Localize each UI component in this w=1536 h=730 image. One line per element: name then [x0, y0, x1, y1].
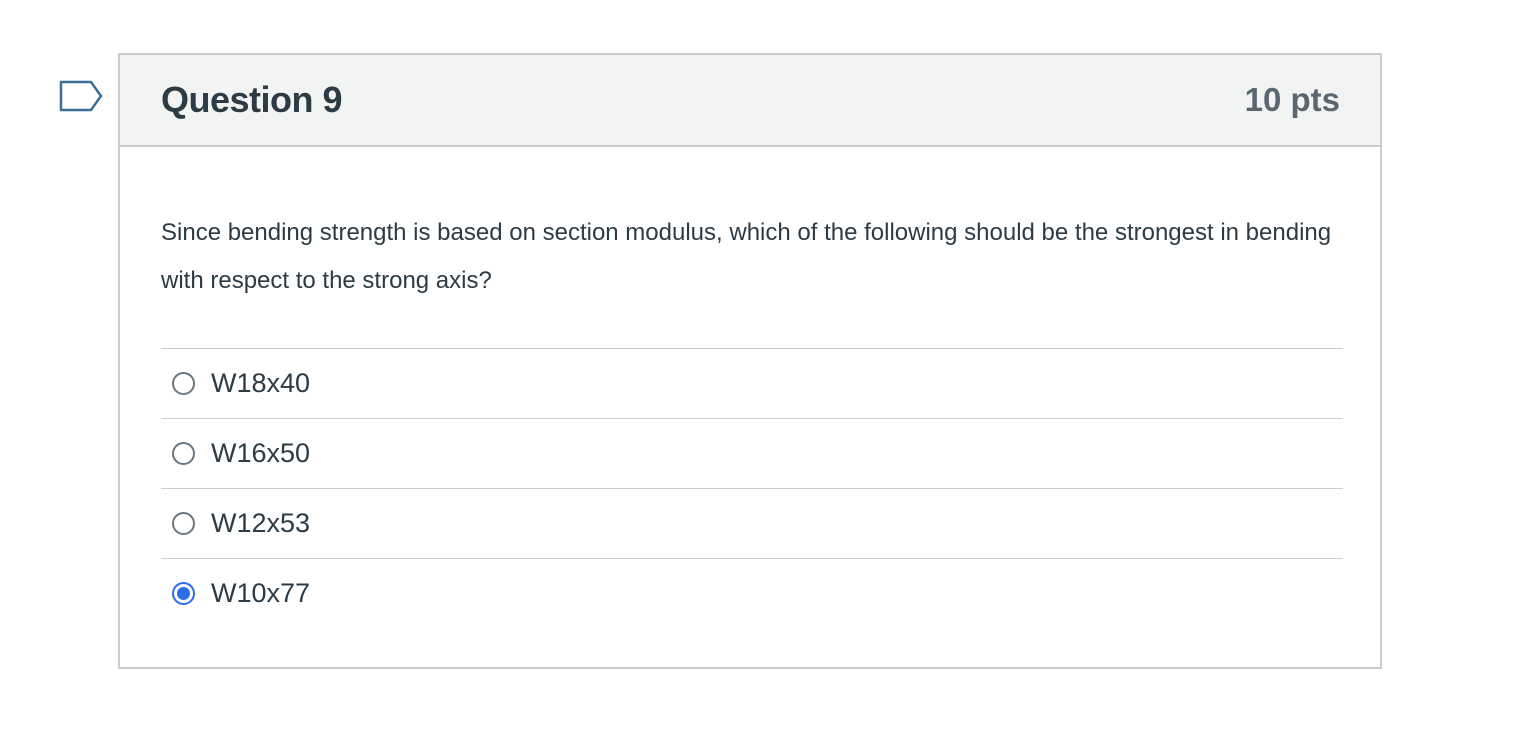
flag-question-icon[interactable] — [59, 80, 103, 116]
answer-option[interactable]: W18x40 — [161, 349, 1343, 419]
answer-list: W18x40 W16x50 W12x53 W10x77 — [161, 348, 1343, 628]
question-card: Question 9 10 pts Since bending strength… — [118, 53, 1382, 669]
question-title: Question 9 — [161, 79, 343, 120]
radio-button[interactable] — [172, 512, 195, 535]
radio-button[interactable] — [172, 582, 195, 605]
answer-option[interactable]: W10x77 — [161, 559, 1343, 628]
quiz-page: Question 9 10 pts Since bending strength… — [0, 0, 1536, 730]
radio-button[interactable] — [172, 442, 195, 465]
radio-button[interactable] — [172, 372, 195, 395]
answer-label: W16x50 — [211, 438, 311, 468]
question-text: Since bending strength is based on secti… — [161, 219, 1332, 294]
answer-option[interactable]: W12x53 — [161, 489, 1343, 559]
answer-option[interactable]: W16x50 — [161, 419, 1343, 489]
question-header: Question 9 10 pts — [120, 55, 1380, 147]
question-points: 10 pts — [1244, 81, 1340, 118]
question-body: Since bending strength is based on secti… — [120, 147, 1380, 628]
answer-label: W12x53 — [211, 508, 311, 538]
answer-label: W18x40 — [211, 368, 311, 398]
answer-label: W10x77 — [211, 578, 311, 608]
